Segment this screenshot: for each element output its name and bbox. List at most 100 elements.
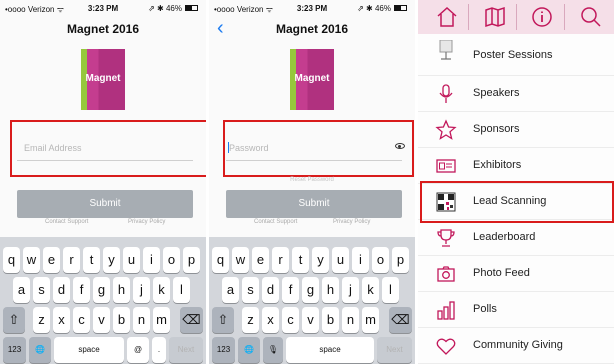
key-u[interactable]: u xyxy=(332,247,349,273)
key-h[interactable]: h xyxy=(322,277,339,303)
home-icon[interactable] xyxy=(434,4,460,30)
key-k[interactable]: k xyxy=(153,277,170,303)
key-n[interactable]: n xyxy=(342,307,359,333)
key-x[interactable]: x xyxy=(262,307,279,333)
key-d[interactable]: d xyxy=(53,277,70,303)
privacy-policy-link[interactable]: Privacy Policy xyxy=(128,219,165,225)
next-key[interactable]: Next xyxy=(377,337,412,363)
key-j[interactable]: j xyxy=(133,277,150,303)
key-o[interactable]: o xyxy=(372,247,389,273)
menu-item-polls[interactable]: Polls xyxy=(418,292,614,328)
numbers-key[interactable]: 123 xyxy=(212,337,235,363)
status-bar: •oooo Verizon ᯤ 3:23 PM ⇗ ✱ 46% xyxy=(0,0,206,16)
key-e[interactable]: e xyxy=(252,247,269,273)
delete-key[interactable]: ⌫ xyxy=(180,307,203,333)
menu-label: Sponsors xyxy=(473,123,520,135)
menu-item-photo-feed[interactable]: Photo Feed xyxy=(418,256,614,292)
key-j[interactable]: j xyxy=(342,277,359,303)
reset-password-link[interactable]: Reset Password xyxy=(209,177,415,183)
key-q[interactable]: q xyxy=(3,247,20,273)
submit-button[interactable]: Submit xyxy=(226,190,402,218)
next-key[interactable]: Next xyxy=(169,337,203,363)
globe-key[interactable]: 🌐 xyxy=(29,337,51,363)
key-r[interactable]: r xyxy=(63,247,80,273)
key-t[interactable]: t xyxy=(83,247,100,273)
key-u[interactable]: u xyxy=(123,247,140,273)
password-input[interactable]: Password xyxy=(229,143,269,153)
search-icon[interactable] xyxy=(578,4,604,30)
key-m[interactable]: m xyxy=(362,307,379,333)
key-b[interactable]: b xyxy=(113,307,130,333)
key-p[interactable]: p xyxy=(392,247,409,273)
menu-label: Speakers xyxy=(473,87,520,99)
key-f[interactable]: f xyxy=(282,277,299,303)
privacy-policy-link[interactable]: Privacy Policy xyxy=(333,219,370,225)
email-input[interactable]: Email Address xyxy=(24,143,82,153)
menu-item-sponsors[interactable]: Sponsors xyxy=(418,112,614,148)
space-key[interactable]: space xyxy=(286,337,374,363)
info-icon[interactable] xyxy=(529,4,555,30)
key-r[interactable]: r xyxy=(272,247,289,273)
key-l[interactable]: l xyxy=(173,277,190,303)
key-i[interactable]: i xyxy=(352,247,369,273)
status-right: ⇗ ✱ 46% xyxy=(357,4,391,13)
menu-item-exhibitors[interactable]: Exhibitors xyxy=(418,148,614,184)
key-a[interactable]: a xyxy=(222,277,239,303)
key-f[interactable]: f xyxy=(73,277,90,303)
menu-item-community-giving[interactable]: Community Giving xyxy=(418,328,614,364)
delete-key[interactable]: ⌫ xyxy=(389,307,412,333)
keyboard-row-1: q w e r t y u i o p xyxy=(0,247,206,273)
key-l[interactable]: l xyxy=(382,277,399,303)
key-w[interactable]: w xyxy=(23,247,40,273)
key-e[interactable]: e xyxy=(43,247,60,273)
key-c[interactable]: c xyxy=(282,307,299,333)
heart-icon xyxy=(435,335,457,357)
shift-key[interactable]: ⇧ xyxy=(3,307,25,333)
key-b[interactable]: b xyxy=(322,307,339,333)
key-q[interactable]: q xyxy=(212,247,229,273)
at-key[interactable]: @ xyxy=(127,337,149,363)
submit-button[interactable]: Submit xyxy=(17,190,193,218)
key-s[interactable]: s xyxy=(242,277,259,303)
key-w[interactable]: w xyxy=(232,247,249,273)
key-g[interactable]: g xyxy=(93,277,110,303)
map-icon[interactable] xyxy=(482,4,508,30)
space-key[interactable]: space xyxy=(54,337,124,363)
menu-label: Exhibitors xyxy=(473,159,522,171)
key-h[interactable]: h xyxy=(113,277,130,303)
contact-support-link[interactable]: Contact Support xyxy=(254,219,297,225)
key-p[interactable]: p xyxy=(183,247,200,273)
key-n[interactable]: n xyxy=(133,307,150,333)
key-z[interactable]: z xyxy=(33,307,50,333)
key-y[interactable]: y xyxy=(103,247,120,273)
key-c[interactable]: c xyxy=(73,307,90,333)
key-v[interactable]: v xyxy=(302,307,319,333)
menu-item-poster-sessions[interactable]: Poster Sessions xyxy=(418,38,614,76)
poster-icon xyxy=(435,39,457,62)
key-d[interactable]: d xyxy=(262,277,279,303)
key-k[interactable]: k xyxy=(362,277,379,303)
key-m[interactable]: m xyxy=(153,307,170,333)
trophy-icon xyxy=(435,227,457,249)
key-s[interactable]: s xyxy=(33,277,50,303)
menu-item-speakers[interactable]: Speakers xyxy=(418,76,614,112)
key-y[interactable]: y xyxy=(312,247,329,273)
shift-key[interactable]: ⇧ xyxy=(212,307,234,333)
text-cursor xyxy=(228,142,229,153)
key-o[interactable]: o xyxy=(163,247,180,273)
key-z[interactable]: z xyxy=(242,307,259,333)
contact-support-link[interactable]: Contact Support xyxy=(45,219,88,225)
globe-key[interactable]: 🌐 xyxy=(238,337,260,363)
logo-text: Magnet xyxy=(85,73,121,84)
dot-key[interactable]: . xyxy=(152,337,166,363)
mic-key[interactable]: 🎙 xyxy=(263,337,283,363)
key-v[interactable]: v xyxy=(93,307,110,333)
key-a[interactable]: a xyxy=(13,277,30,303)
key-t[interactable]: t xyxy=(292,247,309,273)
key-i[interactable]: i xyxy=(143,247,160,273)
eye-icon[interactable] xyxy=(395,143,405,149)
key-x[interactable]: x xyxy=(53,307,70,333)
menu-item-leaderboard[interactable]: Leaderboard xyxy=(418,220,614,256)
key-g[interactable]: g xyxy=(302,277,319,303)
numbers-key[interactable]: 123 xyxy=(3,337,26,363)
